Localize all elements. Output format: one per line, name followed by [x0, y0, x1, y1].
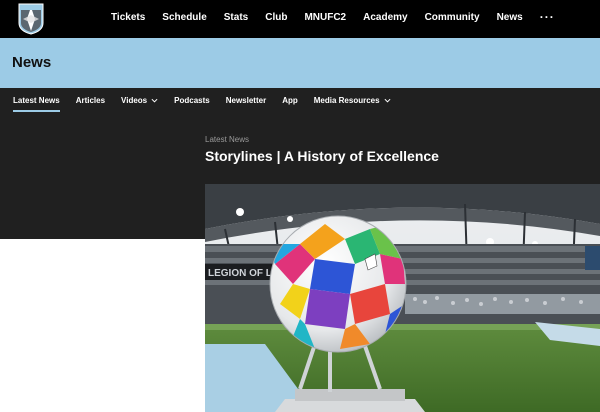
nav-item-community[interactable]: Community: [425, 12, 480, 23]
subnav-item-newsletter[interactable]: Newsletter: [226, 88, 266, 112]
article-headline[interactable]: Storylines | A History of Excellence: [205, 148, 439, 164]
section-header: News: [0, 38, 600, 88]
subnav-label: Videos: [121, 95, 148, 105]
subnav-item-podcasts[interactable]: Podcasts: [174, 88, 210, 112]
subnav-label: Articles: [75, 95, 106, 105]
nav-item-club[interactable]: Club: [265, 12, 287, 23]
top-navigation-bar: Tickets Schedule Stats Club MNUFC2 Acade…: [0, 0, 600, 38]
subnav-label: App: [282, 95, 298, 105]
subnav-item-videos[interactable]: Videos: [121, 88, 158, 112]
page-title: News: [12, 54, 52, 71]
article-category[interactable]: Latest News: [205, 135, 249, 144]
nav-item-academy[interactable]: Academy: [363, 12, 407, 23]
nav-item-news[interactable]: News: [497, 12, 523, 23]
nav-item-schedule[interactable]: Schedule: [162, 12, 206, 23]
stadium-ball-illustration: LEGION OF LOONS: [205, 184, 600, 412]
nav-item-mnufc2[interactable]: MNUFC2: [304, 12, 346, 23]
chevron-down-icon: [151, 98, 158, 103]
subnav-label: Latest News: [13, 95, 60, 105]
primary-nav: Tickets Schedule Stats Club MNUFC2 Acade…: [111, 0, 555, 34]
subnav-item-media-resources[interactable]: Media Resources: [314, 88, 391, 112]
subnav-item-articles[interactable]: Articles: [76, 88, 105, 112]
subnav-label: Newsletter: [225, 95, 267, 105]
nav-item-stats[interactable]: Stats: [224, 12, 248, 23]
article-hero-image[interactable]: LEGION OF LOONS: [205, 184, 600, 412]
chevron-down-icon: [384, 98, 391, 103]
subnav-item-latest-news[interactable]: Latest News: [13, 88, 60, 112]
subnav-item-app[interactable]: App: [282, 88, 298, 112]
more-menu-icon[interactable]: ···: [540, 10, 555, 24]
section-subnav: Latest News Articles Videos Podcasts New…: [0, 88, 600, 112]
club-logo-icon[interactable]: [18, 3, 44, 35]
subnav-label: Podcasts: [174, 95, 210, 105]
subnav-label: Media Resources: [313, 95, 380, 105]
nav-item-tickets[interactable]: Tickets: [111, 12, 145, 23]
